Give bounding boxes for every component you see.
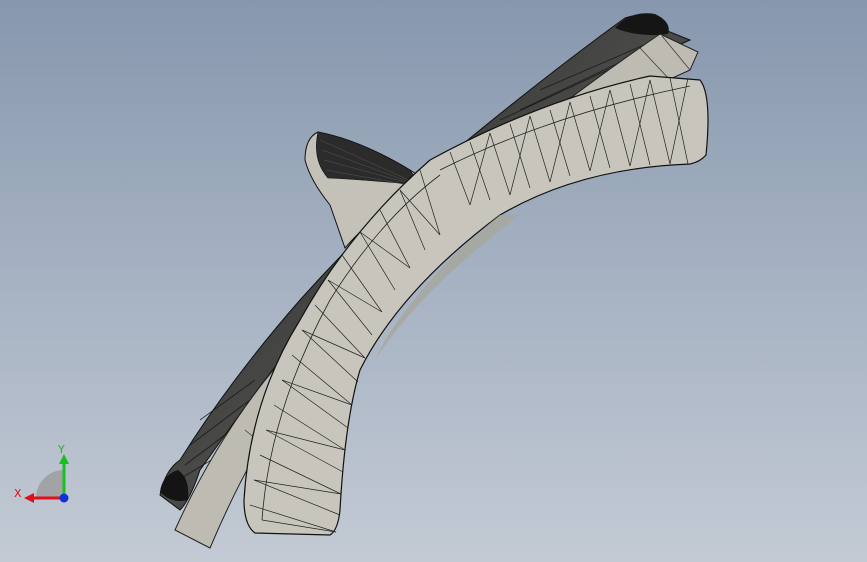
graphics-viewport[interactable]: Y X [0, 0, 867, 562]
y-axis-label: Y [57, 443, 65, 456]
x-arrowhead-icon [24, 493, 34, 503]
z-axis-icon [59, 493, 69, 503]
3d-model-view[interactable] [0, 0, 867, 562]
x-axis-label: X [14, 487, 22, 500]
triad-plane-icon [36, 470, 64, 498]
axis-triad[interactable]: Y X [10, 440, 80, 510]
